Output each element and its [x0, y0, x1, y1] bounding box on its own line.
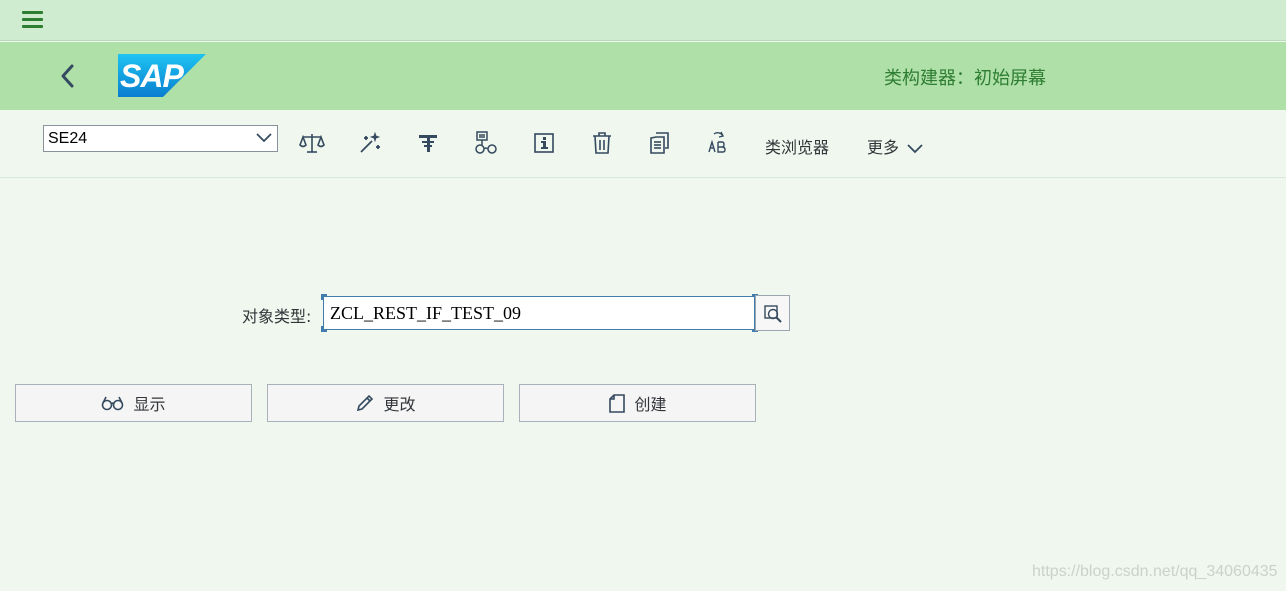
toolbar: 类浏览器 更多: [0, 110, 1286, 178]
shell-bar: [0, 0, 1286, 41]
change-label: 更改: [383, 395, 416, 414]
create-button[interactable]: 创建: [519, 384, 756, 422]
change-button[interactable]: 更改: [267, 384, 504, 422]
page-title: 类构建器：初始屏幕: [884, 68, 1046, 89]
more-label: 更多: [867, 138, 900, 157]
chevron-left-icon: [61, 64, 74, 88]
menu-icon[interactable]: [20, 9, 46, 31]
value-help-icon: [764, 305, 782, 323]
svg-text:SAP: SAP: [120, 58, 184, 94]
chevron-down-icon: [907, 143, 923, 153]
where-used-icon[interactable]: [473, 130, 499, 156]
pencil-icon: [357, 394, 374, 412]
delete-icon[interactable]: [589, 130, 615, 156]
class-browser-button[interactable]: 类浏览器: [765, 134, 829, 158]
copy-icon[interactable]: [647, 130, 673, 156]
watermark: https://blog.csdn.net/qq_34060435: [1032, 563, 1278, 580]
display-label: 显示: [133, 395, 166, 414]
display-button[interactable]: 显示: [15, 384, 252, 422]
chevron-down-icon[interactable]: [255, 131, 273, 145]
object-type-label: 对象类型:: [242, 307, 312, 326]
command-input[interactable]: [44, 126, 249, 151]
new-document-icon: [609, 394, 626, 413]
create-label: 创建: [634, 395, 667, 414]
sap-logo: SAP: [118, 54, 206, 97]
test-tools-icon[interactable]: [415, 130, 441, 156]
more-menu-button[interactable]: 更多: [867, 134, 924, 158]
check-icon[interactable]: [299, 130, 325, 156]
activate-wand-icon[interactable]: [357, 130, 383, 156]
glasses-icon: [102, 396, 124, 411]
command-field[interactable]: [43, 125, 278, 152]
back-button[interactable]: [56, 62, 80, 90]
info-icon[interactable]: [531, 130, 557, 156]
object-type-field[interactable]: [321, 294, 758, 332]
value-help-button[interactable]: [755, 295, 790, 331]
object-type-input[interactable]: [323, 296, 755, 330]
app-header: SAP 类构建器：初始屏幕: [0, 42, 1286, 110]
rename-icon[interactable]: [705, 130, 731, 156]
